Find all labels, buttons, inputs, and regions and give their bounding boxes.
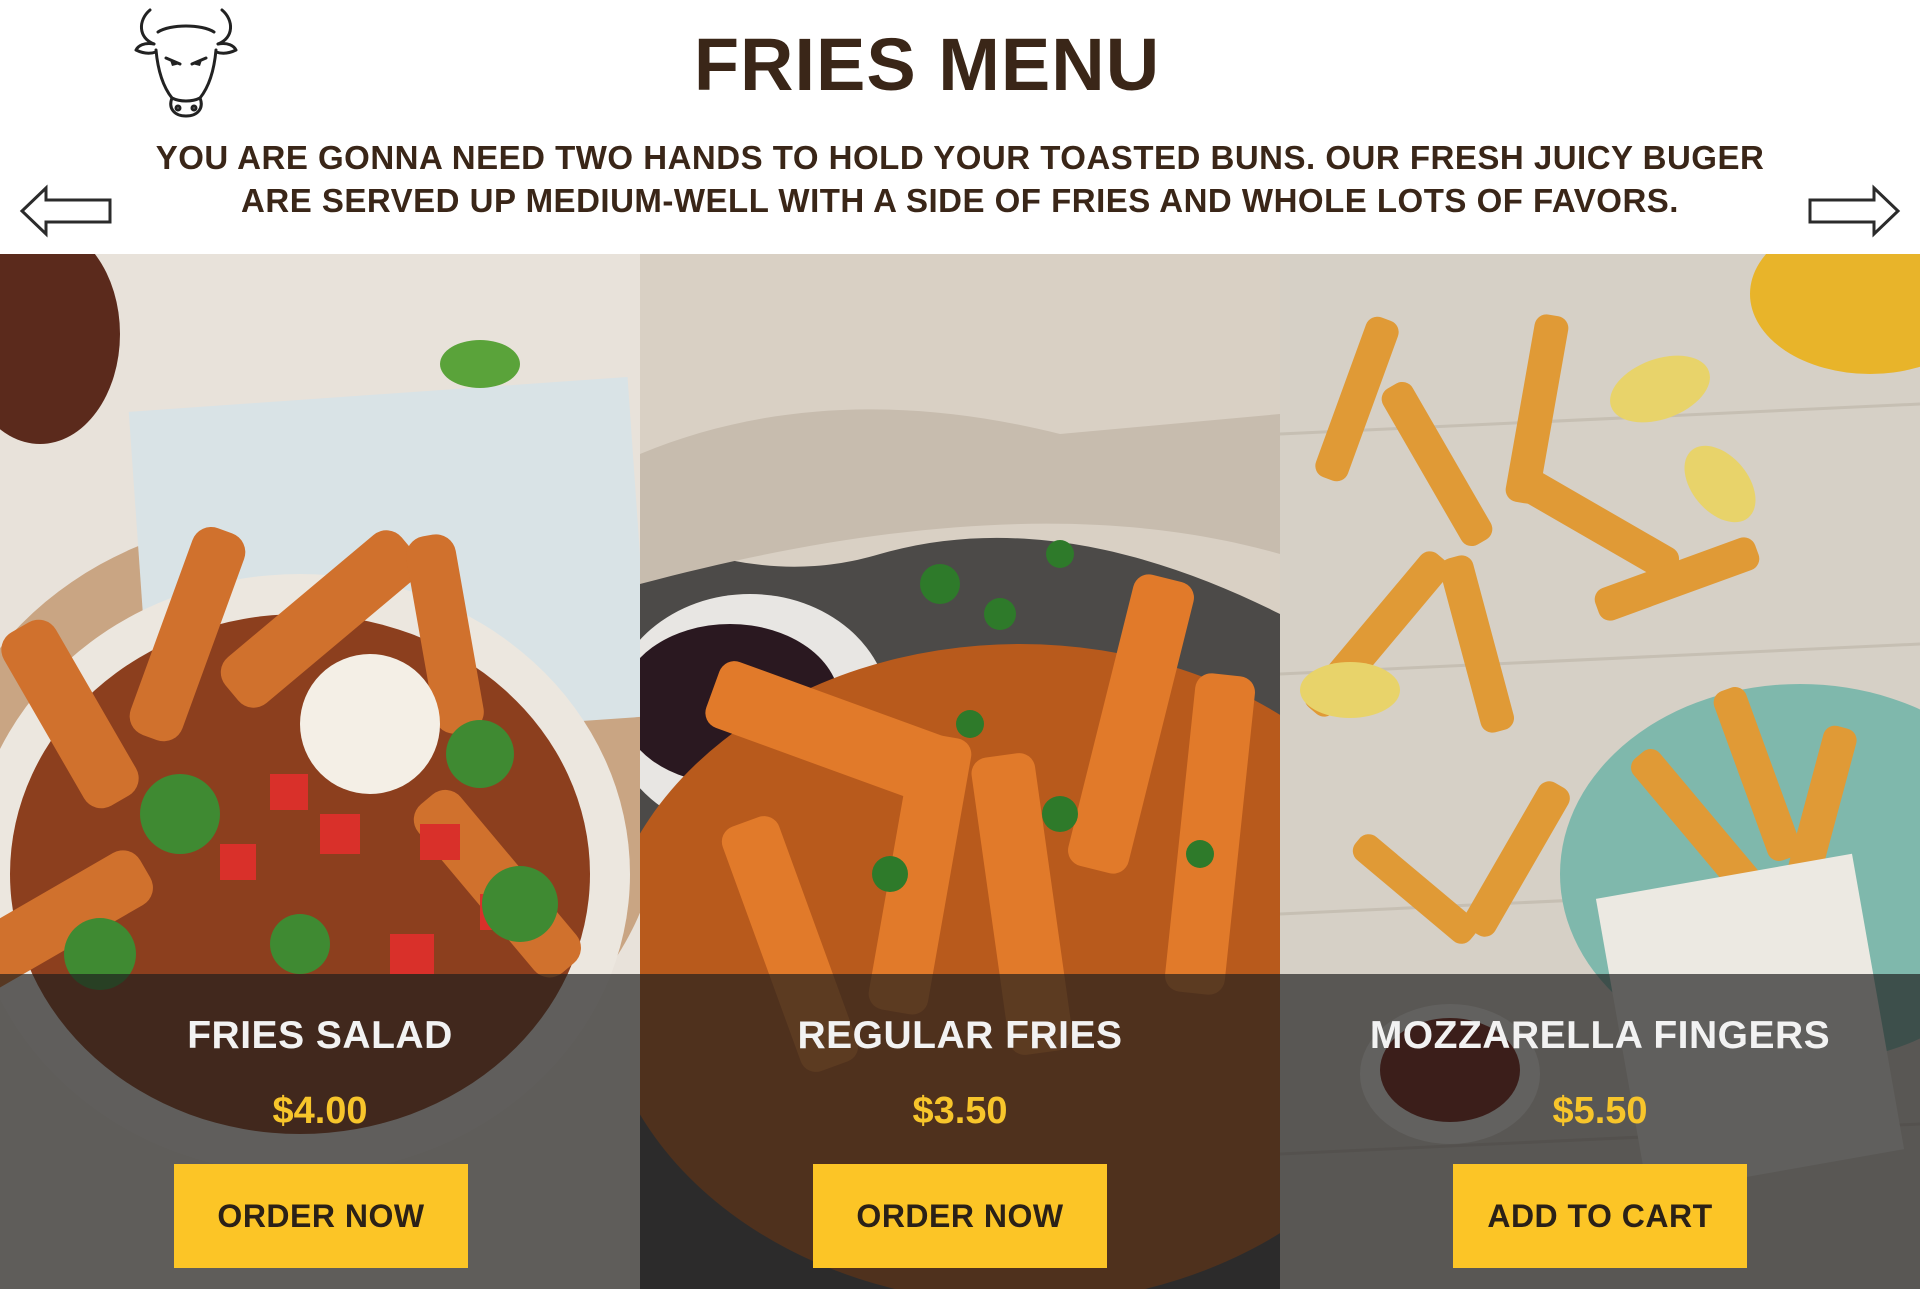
menu-card-regular-fries: REGULAR FRIES $3.50 ORDER NOW <box>640 254 1280 1289</box>
item-price: $3.50 <box>912 1090 1008 1132</box>
menu-card-fries-salad: FRIES SALAD $4.00 ORDER NOW <box>0 254 640 1289</box>
fries-menu-page: FRIES MENU YOU ARE GONNA NEED TWO HANDS … <box>0 0 1920 1289</box>
item-name: REGULAR FRIES <box>797 1014 1123 1057</box>
item-name: FRIES SALAD <box>187 1014 453 1057</box>
menu-card-mozzarella-fingers: MOZZARELLA FINGERS $5.50 ADD TO CART <box>1280 254 1920 1289</box>
menu-grid: FRIES SALAD $4.00 ORDER NOW REGULAR FRIE… <box>0 254 1920 1289</box>
order-now-button[interactable]: ORDER NOW <box>813 1164 1107 1268</box>
item-name: MOZZARELLA FINGERS <box>1369 1014 1831 1057</box>
menu-tagline: YOU ARE GONNA NEED TWO HANDS TO HOLD YOU… <box>80 136 1840 222</box>
order-now-button[interactable]: ORDER NOW <box>174 1164 468 1268</box>
item-price: $4.00 <box>272 1090 368 1132</box>
arrow-left-icon[interactable] <box>18 184 114 238</box>
page-title: FRIES MENU <box>693 23 1161 106</box>
tagline-line-1: YOU ARE GONNA NEED TWO HANDS TO HOLD YOU… <box>155 139 1765 176</box>
add-to-cart-button[interactable]: ADD TO CART <box>1453 1164 1747 1268</box>
tagline-line-2: ARE SERVED UP MEDIUM-WELL WITH A SIDE OF… <box>241 182 1679 219</box>
arrow-right-icon[interactable] <box>1806 184 1902 238</box>
item-price: $5.50 <box>1552 1090 1648 1132</box>
